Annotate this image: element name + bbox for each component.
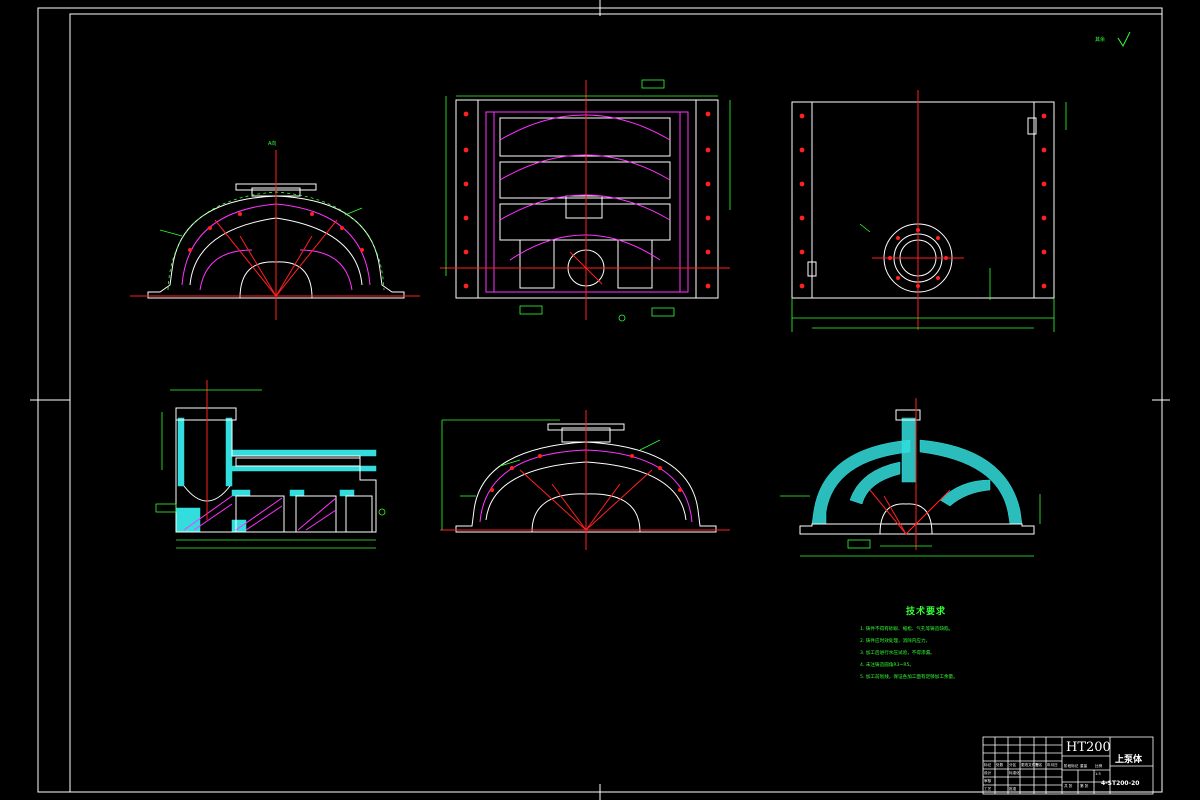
title-block-cell: 处数 bbox=[996, 763, 1004, 767]
title-block-cell: 阶段标记 bbox=[1064, 764, 1079, 768]
view-section-lower-right bbox=[780, 398, 1041, 557]
title-block-cell: 年月日 bbox=[1047, 763, 1058, 767]
view-section-lower-left bbox=[155, 380, 386, 549]
title-block-cell: 批准 bbox=[1009, 787, 1017, 791]
title-block-cell: 分区 bbox=[1009, 763, 1017, 767]
view-label: A向 bbox=[268, 141, 277, 147]
view-plan-top-center bbox=[440, 79, 731, 322]
title-block-cell: 工艺 bbox=[984, 787, 992, 791]
title-block-cell: 标准化 bbox=[1009, 771, 1020, 775]
title-block-cell: 审核 bbox=[984, 779, 992, 783]
title-block: HT200 上泵体 4-ST200-20 标记 处数 分区 更改文件号 签名 年… bbox=[983, 737, 1153, 794]
drawing-sheet bbox=[30, 0, 1170, 800]
material-label: HT200 bbox=[1066, 740, 1111, 755]
tech-req-item-4: 4. 未注铸造圆角R3~R5。 bbox=[860, 663, 915, 668]
title-block-cell: 第 张 bbox=[1080, 784, 1089, 788]
title-block-cell: 1:5 bbox=[1095, 772, 1101, 776]
sheet-frame bbox=[30, 0, 1170, 800]
view-front-lower-center bbox=[440, 410, 730, 550]
title-block-cell: 设计 bbox=[984, 771, 992, 775]
title-block-cell: 标记 bbox=[984, 763, 992, 767]
tech-req-item-2: 2. 铸件应时效处理，消除内应力。 bbox=[860, 639, 931, 644]
roughness-symbol-icon bbox=[1117, 31, 1131, 48]
technical-requirements-title: 技术要求 bbox=[906, 607, 947, 617]
title-block-cell: 比例 bbox=[1095, 764, 1103, 768]
view-side-top-right bbox=[791, 90, 1067, 332]
title-block-cell: 共 张 bbox=[1064, 784, 1073, 788]
tech-req-item-5: 5. 加工前划线，保证各加工面有足够加工余量。 bbox=[860, 675, 958, 680]
drawing-number: 4-ST200-20 bbox=[1101, 780, 1140, 787]
title-block-cell: 签名 bbox=[1035, 763, 1043, 767]
view-front-upper-left bbox=[130, 150, 420, 320]
part-name: 上泵体 bbox=[1115, 755, 1143, 765]
tech-req-item-3: 3. 加工后进行水压试验，不得渗漏。 bbox=[860, 651, 935, 656]
title-block-cell: 重量 bbox=[1080, 764, 1088, 768]
roughness-note: 其余 bbox=[1095, 37, 1106, 43]
tech-req-item-1: 1. 铸件不得有砂眼、缩松、气孔等铸造缺陷。 bbox=[860, 627, 954, 632]
